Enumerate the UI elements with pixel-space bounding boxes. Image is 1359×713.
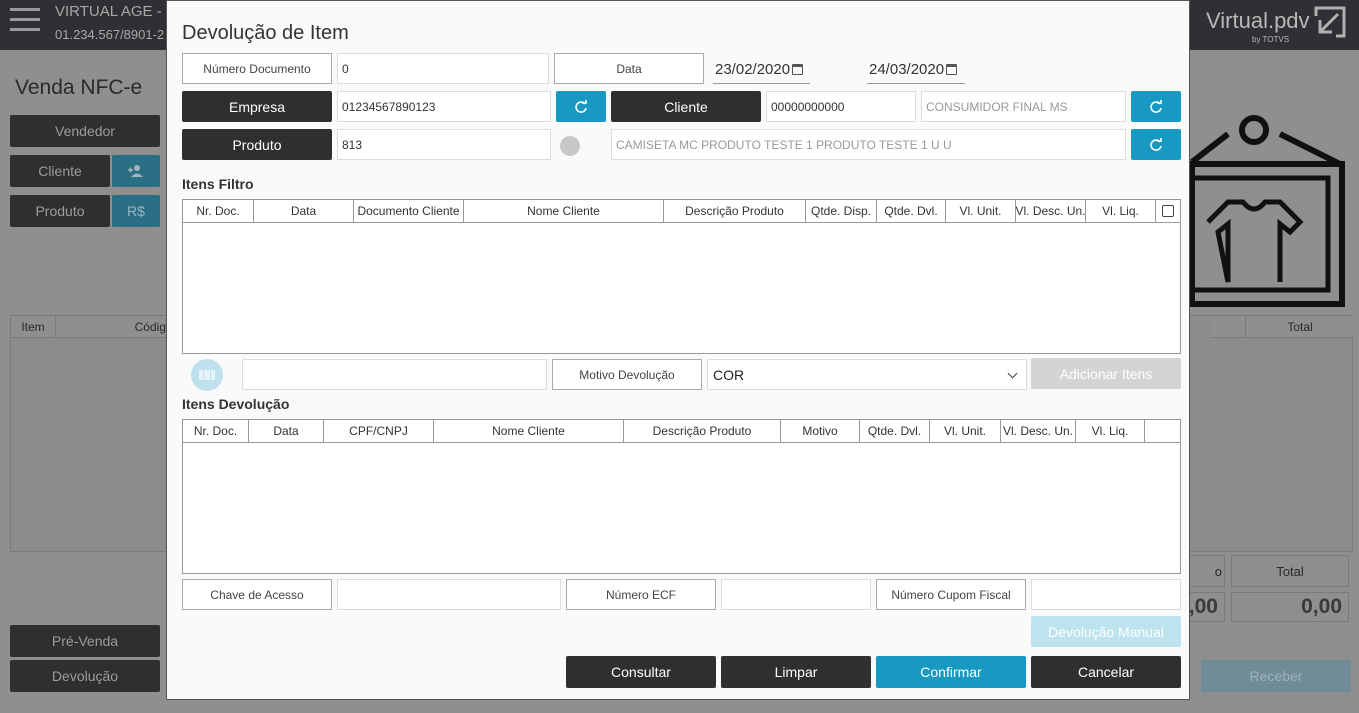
product-tag-illustration-icon <box>1189 115 1345 307</box>
grid-header[interactable]: Data <box>249 420 324 443</box>
cliente-filter-button[interactable]: Cliente <box>611 91 761 122</box>
cliente-name-field: CONSUMIDOR FINAL MS <box>921 91 1126 122</box>
barcode-input[interactable] <box>242 359 547 390</box>
grid-header[interactable]: Vl. Desc. Un. <box>1001 420 1076 443</box>
produto-filter-button[interactable]: Produto <box>182 129 332 160</box>
numero-ecf-input[interactable] <box>721 579 871 610</box>
brand-logo-sub: by TOTVS <box>1252 35 1290 44</box>
date-start-value: 23/02/2020 <box>715 61 791 78</box>
devolucao-manual-button[interactable]: Devolução Manual <box>1031 616 1181 647</box>
date-start-field[interactable]: 23/02/2020 <box>713 56 810 84</box>
motivo-devolucao-label: Motivo Devolução <box>552 359 702 390</box>
grid-header[interactable]: Data <box>254 200 354 223</box>
pre-venda-button[interactable]: Pré-Venda <box>10 625 160 657</box>
grid-header[interactable]: Vl. Unit. <box>930 420 1001 443</box>
barcode-scan-button[interactable] <box>191 359 223 391</box>
table-header-item: Item <box>11 316 56 338</box>
table-header-total: Total <box>1246 316 1354 338</box>
total-value: 0,00 <box>1231 592 1349 622</box>
numero-cupom-input[interactable] <box>1031 579 1181 610</box>
numero-documento-input[interactable]: 0 <box>337 53 549 84</box>
cancelar-button[interactable]: Cancelar <box>1031 656 1181 688</box>
grid-header[interactable]: Vl. Liq. <box>1086 200 1156 223</box>
sale-totals-table: Total <box>1180 315 1354 552</box>
produto-description-field: CAMISETA MC PRODUTO TESTE 1 PRODUTO TEST… <box>611 129 1126 160</box>
table-header-codigo: Códig <box>56 316 168 338</box>
itens-filtro-title: Itens Filtro <box>182 176 254 192</box>
brand-logo-text: Virtual.pdv <box>1206 8 1310 33</box>
limpar-button[interactable]: Limpar <box>721 656 871 688</box>
grid-header[interactable]: Vl. Desc. Un. <box>1016 200 1086 223</box>
dialog-title: Devolução de Item <box>182 22 349 44</box>
exit-fullscreen-icon[interactable] <box>1312 4 1348 40</box>
refresh-produto-button[interactable] <box>1131 129 1181 160</box>
grid-header[interactable]: Qtde. Dvl. <box>877 200 946 223</box>
refresh-icon <box>1150 137 1162 151</box>
grid-header[interactable]: Vl. Unit. <box>946 200 1016 223</box>
refresh-empresa-button[interactable] <box>556 91 606 122</box>
company-name: VIRTUAL AGE - D <box>55 3 177 20</box>
numero-documento-label: Número Documento <box>182 53 332 84</box>
barcode-icon <box>199 370 215 380</box>
grid-header-blank <box>1145 420 1180 443</box>
calendar-icon[interactable] <box>946 64 958 75</box>
refresh-icon <box>575 99 587 113</box>
grid-header[interactable]: Descrição Produto <box>624 420 781 443</box>
cliente-button[interactable]: Cliente <box>10 155 110 187</box>
chave-acesso-label: Chave de Acesso <box>182 579 332 610</box>
item-return-dialog: Devolução de Item Número Documento 0 Dat… <box>166 0 1190 700</box>
produto-button[interactable]: Produto <box>10 195 110 227</box>
grid-header[interactable]: Motivo <box>781 420 860 443</box>
date-end-value: 24/03/2020 <box>869 61 945 78</box>
grid-header[interactable]: Nome Cliente <box>464 200 664 223</box>
produto-input[interactable]: 813 <box>337 129 551 160</box>
itens-devolucao-title: Itens Devolução <box>182 396 290 412</box>
grid-header[interactable]: Descrição Produto <box>664 200 806 223</box>
grid-header[interactable]: Nome Cliente <box>434 420 624 443</box>
select-all-checkbox[interactable] <box>1162 205 1174 217</box>
grid-header[interactable]: Documento Cliente <box>354 200 464 223</box>
company-cnpj: 01.234.567/8901-2 <box>55 27 165 42</box>
empresa-input[interactable]: 01234567890123 <box>337 91 551 122</box>
adicionar-itens-button[interactable]: Adicionar Itens <box>1031 358 1181 389</box>
status-indicator <box>560 136 580 156</box>
confirmar-button[interactable]: Confirmar <box>876 656 1026 688</box>
add-customer-icon[interactable] <box>112 155 160 187</box>
motivo-devolucao-select[interactable]: COR <box>707 359 1027 390</box>
hamburger-menu-icon[interactable] <box>10 8 40 32</box>
itens-devolucao-grid: Nr. Doc. Data CPF/CNPJ Nome Cliente Desc… <box>182 419 1181 574</box>
price-button[interactable]: R$ <box>112 195 160 227</box>
chevron-down-icon <box>1007 368 1018 379</box>
numero-ecf-label: Número ECF <box>566 579 716 610</box>
receber-button[interactable]: Receber <box>1201 660 1351 692</box>
vendedor-button[interactable]: Vendedor <box>10 115 160 147</box>
sale-items-table: Item Códig <box>10 315 168 552</box>
calendar-icon[interactable] <box>792 64 804 75</box>
data-label: Data <box>554 53 704 84</box>
select-all-cell <box>1156 200 1180 223</box>
grid-header[interactable]: Vl. Liq. <box>1076 420 1145 443</box>
date-end-field[interactable]: 24/03/2020 <box>867 56 965 84</box>
grid-header[interactable]: CPF/CNPJ <box>324 420 434 443</box>
consultar-button[interactable]: Consultar <box>566 656 716 688</box>
grid-header[interactable]: Qtde. Disp. <box>806 200 877 223</box>
grid-header[interactable]: Nr. Doc. <box>183 200 254 223</box>
refresh-icon <box>1150 99 1162 113</box>
numero-cupom-label: Número Cupom Fiscal <box>876 579 1026 610</box>
table-header-blank <box>1211 316 1246 338</box>
page-title: Venda NFC-e <box>15 76 143 99</box>
grid-header[interactable]: Nr. Doc. <box>183 420 249 443</box>
chave-acesso-input[interactable] <box>337 579 561 610</box>
itens-filtro-grid: Nr. Doc. Data Documento Cliente Nome Cli… <box>182 199 1181 354</box>
empresa-button[interactable]: Empresa <box>182 91 332 122</box>
refresh-cliente-button[interactable] <box>1131 91 1181 122</box>
grid-header[interactable]: Qtde. Dvl. <box>860 420 930 443</box>
total-label: Total <box>1231 555 1349 587</box>
devolucao-button[interactable]: Devolução <box>10 660 160 692</box>
cliente-input[interactable]: 00000000000 <box>766 91 916 122</box>
motivo-selected-value: COR <box>713 366 745 383</box>
